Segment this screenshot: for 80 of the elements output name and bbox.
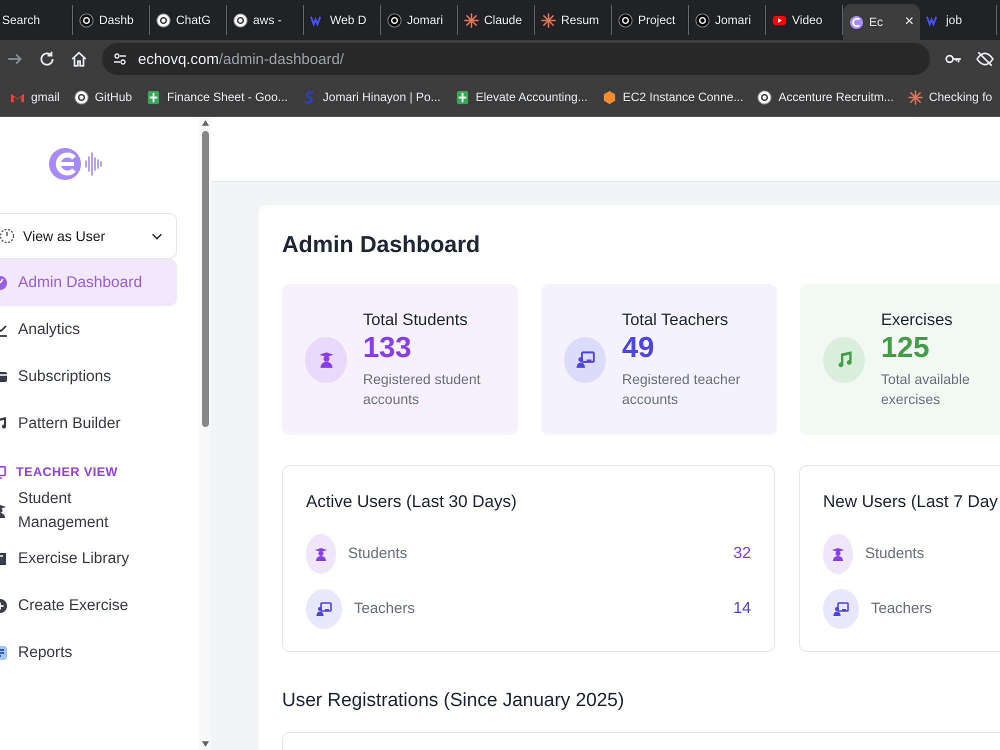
bookmark[interactable]: Finance Sheet - Goo...: [146, 90, 288, 104]
bookmark[interactable]: Jomari Hinayon | Po...: [302, 90, 441, 104]
nav-item[interactable]: Analytics: [0, 306, 177, 353]
bookmark[interactable]: gmail: [10, 90, 60, 104]
url-text: echovq.com/admin-dashboard/: [138, 50, 344, 68]
site-icon: [454, 90, 470, 104]
site-icon: [387, 12, 402, 28]
presenter-icon: [576, 350, 594, 369]
site-settings-icon[interactable]: [112, 51, 128, 67]
row-label: Teachers: [871, 600, 933, 617]
browser-tab[interactable]: Jomari: [689, 5, 766, 35]
reload-icon[interactable]: [38, 50, 56, 68]
section-header: TEACHER VIEW: [16, 465, 118, 479]
nav-item[interactable]: Reports: [0, 629, 177, 676]
home-icon[interactable]: [70, 50, 88, 68]
row-label: Students: [348, 545, 408, 562]
browser-tab[interactable]: Search: [0, 5, 73, 35]
row-label: Students: [865, 545, 926, 562]
section-title: User Registrations (Since January 2025): [282, 690, 626, 712]
nav-item[interactable]: Create Exercise: [0, 582, 177, 629]
nav-item[interactable]: Subscriptions: [0, 353, 177, 400]
site-icon: [849, 14, 864, 30]
scroll-down-icon[interactable]: [200, 740, 210, 748]
address-bar[interactable]: echovq.com/admin-dashboard/: [102, 43, 930, 75]
browser-tab[interactable]: Web D: [304, 5, 381, 35]
eye-slash-icon[interactable]: [976, 50, 994, 68]
stat-caption: Total available exercises: [881, 370, 971, 408]
stat-title: Total Students: [363, 310, 469, 330]
bookmark[interactable]: Elevate Accounting...: [454, 90, 588, 104]
stat-title: Total Teachers: [622, 310, 730, 330]
browser-tab[interactable]: Project: [612, 5, 689, 35]
bookmark[interactable]: EC2 Instance Conne...: [602, 90, 744, 104]
scroll-up-icon[interactable]: [200, 119, 210, 127]
browser-tab[interactable]: ChatG: [150, 5, 227, 35]
nav-item[interactable]: Exercise Library: [0, 535, 177, 582]
scrollbar-thumb[interactable]: [202, 131, 208, 427]
bookmark[interactable]: Checking fo: [908, 90, 992, 104]
stat-title: Exercises: [881, 310, 954, 330]
stat-value: 49: [622, 332, 656, 364]
row-value: 14: [733, 600, 751, 618]
panel-title: Active Users (Last 30 Days): [306, 492, 518, 512]
site-icon: [156, 12, 171, 28]
page-title: Admin Dashboard: [282, 231, 482, 258]
browser-tab[interactable]: Claude: [458, 5, 535, 35]
browser-tab[interactable]: aws -: [227, 5, 304, 35]
site-icon: [757, 90, 772, 104]
nav-item[interactable]: Pattern Builder: [0, 400, 177, 447]
row-value: 32: [733, 544, 751, 562]
row-label: Teachers: [354, 600, 416, 617]
stat-caption: Registered student accounts: [363, 370, 482, 408]
clock-icon: [0, 228, 15, 244]
site-icon: [79, 12, 94, 28]
site-icon: [541, 12, 556, 28]
presenter-icon: [316, 600, 332, 616]
site-icon: [464, 12, 479, 28]
stat-caption: Registered teacher accounts: [622, 370, 742, 408]
scrollbar[interactable]: [199, 117, 211, 750]
stat-value: 125: [881, 332, 930, 364]
presenter-icon: [833, 600, 849, 616]
graduate-icon: [830, 546, 846, 562]
browser-tab[interactable]: Ec ×: [843, 4, 920, 40]
site-icon: [233, 12, 248, 28]
browser-tab[interactable]: Resum: [535, 5, 612, 35]
site-icon: [602, 90, 617, 104]
stat-value: 133: [363, 332, 412, 364]
browser-tab[interactable]: Dashb: [73, 5, 150, 35]
browser-tab[interactable]: Jomari: [381, 5, 458, 35]
site-icon: [908, 90, 923, 104]
site-icon: [618, 12, 633, 28]
site-icon: [74, 90, 89, 104]
nav-item[interactable]: Student Management: [0, 487, 177, 535]
bookmark[interactable]: Accenture Recruitm...: [757, 90, 894, 104]
panel-title: New Users (Last 7 Day: [823, 492, 999, 512]
close-button[interactable]: ×: [904, 13, 914, 31]
site-icon: [146, 90, 162, 104]
site-icon: [695, 12, 710, 28]
browser-tab[interactable]: job: [920, 5, 997, 35]
graduate-icon: [316, 350, 336, 369]
graduate-icon: [313, 546, 329, 562]
bookmark[interactable]: GitHub: [74, 90, 132, 104]
